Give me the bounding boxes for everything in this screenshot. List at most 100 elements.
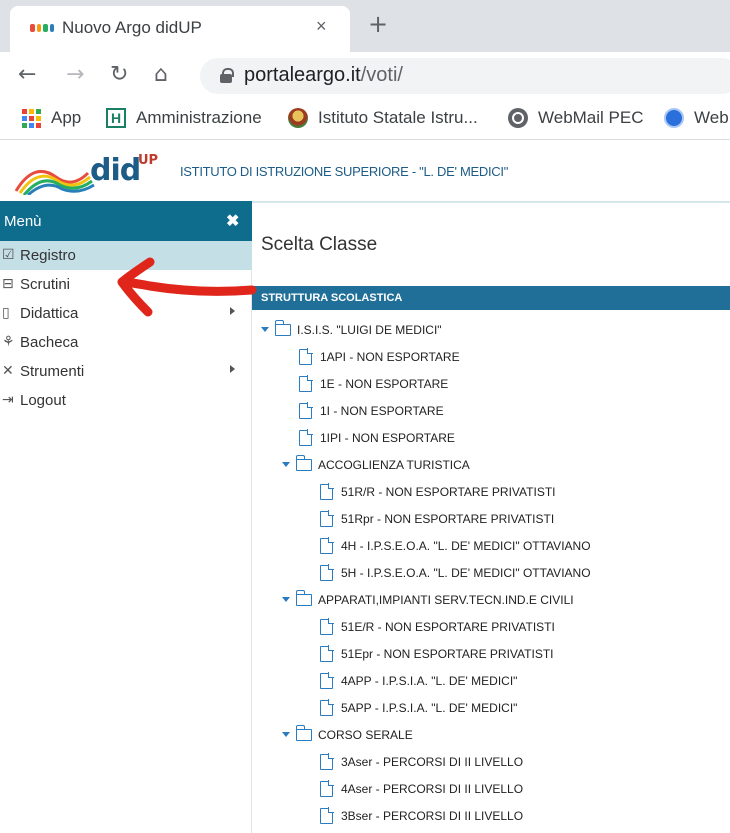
globe-icon: [508, 108, 528, 128]
bookmark-label: WebMail PEC: [538, 108, 644, 127]
url-path: /voti/: [360, 64, 403, 86]
file-icon: [299, 348, 313, 365]
apps-icon: [22, 108, 41, 128]
file-icon: [320, 645, 334, 662]
tree-class-row[interactable]: 4Aser - PERCORSI DI II LIVELLO: [320, 775, 523, 802]
tree-class-row[interactable]: 51Epr - NON ESPORTARE PRIVATISTI: [320, 640, 554, 667]
bookmarks-bar: App H Amministrazione Istituto Statale I…: [0, 100, 730, 140]
file-icon: [320, 564, 334, 581]
tree-item-label: ACCOGLIENZA TURISTICA: [318, 457, 470, 472]
divider: [252, 201, 730, 203]
expand-caret-icon[interactable]: [261, 327, 269, 332]
tree-folder-row[interactable]: CORSO SERALE: [282, 721, 413, 748]
section-header: STRUTTURA SCOLASTICA: [252, 286, 730, 310]
expand-caret-icon[interactable]: [282, 732, 290, 737]
tree-class-row[interactable]: 3Aser - PERCORSI DI II LIVELLO: [320, 748, 523, 775]
bookmark-webmail-pec[interactable]: WebMail PEC: [508, 108, 644, 128]
crest-icon: [288, 108, 308, 128]
sidebar-item-label: Registro: [20, 247, 76, 264]
bookmark-label: App: [51, 108, 82, 127]
tree-class-row[interactable]: 1IPI - NON ESPORTARE: [299, 424, 455, 451]
tree-class-row[interactable]: 51E/R - NON ESPORTARE PRIVATISTI: [320, 613, 555, 640]
logo-up-text: UP: [138, 153, 159, 168]
tree-item-label: 1IPI - NON ESPORTARE: [320, 430, 455, 445]
main-content: Scelta Classe STRUTTURA SCOLASTICA I.S.I…: [252, 201, 730, 833]
sidebar-item-logout[interactable]: ⇥ Logout: [0, 386, 252, 415]
tree-folder-row[interactable]: ACCOGLIENZA TURISTICA: [282, 451, 470, 478]
sidebar-item-label: Bacheca: [20, 334, 79, 351]
file-icon: [320, 753, 334, 770]
tree-item-label: 51Rpr - NON ESPORTARE PRIVATISTI: [341, 511, 555, 526]
scrutini-icon: ⊟: [2, 276, 14, 292]
file-icon: [320, 780, 334, 797]
menu-close-icon[interactable]: ✖: [226, 211, 239, 231]
bookmark-app[interactable]: App: [22, 108, 81, 128]
app-header: did UP ISTITUTO DI ISTRUZIONE SUPERIORE …: [0, 141, 730, 201]
bookmark-amministrazione[interactable]: H Amministrazione: [106, 108, 262, 128]
sidebar-item-label: Logout: [20, 392, 66, 409]
bookmark-label: Web: [694, 108, 729, 127]
bookmark-label: Amministrazione: [136, 108, 262, 127]
tree-item-label: 51R/R - NON ESPORTARE PRIVATISTI: [341, 484, 556, 499]
file-icon: [299, 375, 313, 392]
tree-item-label: CORSO SERALE: [318, 727, 413, 742]
file-icon: [320, 483, 334, 500]
file-icon: [320, 672, 334, 689]
tree-item-label: 51Epr - NON ESPORTARE PRIVATISTI: [341, 646, 554, 661]
new-tab-button[interactable]: +: [368, 10, 388, 38]
tree-item-label: 5APP - I.P.S.I.A. "L. DE' MEDICI": [341, 700, 518, 715]
home-icon[interactable]: ⌂: [154, 62, 168, 87]
tree-class-row[interactable]: 4APP - I.P.S.I.A. "L. DE' MEDICI": [320, 667, 517, 694]
tree-class-row[interactable]: 1API - NON ESPORTARE: [299, 343, 460, 370]
argo-favicon-icon: [30, 24, 54, 34]
tree-class-row[interactable]: 5APP - I.P.S.I.A. "L. DE' MEDICI": [320, 694, 517, 721]
file-icon: [299, 429, 313, 446]
file-icon: [299, 402, 313, 419]
menu-title: Menù: [4, 213, 42, 230]
tree-class-row[interactable]: 5H - I.P.S.E.O.A. "L. DE' MEDICI" OTTAVI…: [320, 559, 591, 586]
tree-item-label: 4APP - I.P.S.I.A. "L. DE' MEDICI": [341, 673, 518, 688]
lock-icon[interactable]: [220, 68, 234, 83]
bulletin-icon: ⚘: [2, 334, 15, 350]
forward-arrow-icon[interactable]: →: [66, 62, 84, 87]
url-text: portaleargo.it/voti/: [244, 64, 403, 87]
sidebar-item-bacheca[interactable]: ⚘ Bacheca: [0, 328, 252, 357]
file-icon: [320, 699, 334, 716]
menu-header: Menù ✖: [0, 201, 252, 241]
tree-class-row[interactable]: 4H - I.P.S.E.O.A. "L. DE' MEDICI" OTTAVI…: [320, 532, 591, 559]
file-icon: [320, 807, 334, 824]
file-icon: [320, 618, 334, 635]
sidebar-item-label: Didattica: [20, 305, 79, 322]
tree-item-label: APPARATI,IMPIANTI SERV.TECN.IND.E CIVILI: [318, 592, 574, 607]
red-arrow-annotation: [117, 257, 257, 317]
tree-class-row[interactable]: 1I - NON ESPORTARE: [299, 397, 444, 424]
browser-tab[interactable]: Nuovo Argo didUP ×: [10, 6, 350, 52]
tree-class-row[interactable]: 51Rpr - NON ESPORTARE PRIVATISTI: [320, 505, 554, 532]
reload-icon[interactable]: ↻: [110, 62, 128, 87]
expand-caret-icon[interactable]: [282, 597, 290, 602]
tree-class-row[interactable]: 51R/R - NON ESPORTARE PRIVATISTI: [320, 478, 555, 505]
tree-item-label: I.S.I.S. "LUIGI DE MEDICI": [297, 322, 442, 337]
sidebar-item-label: Strumenti: [20, 363, 85, 380]
folder-open-icon: [295, 454, 312, 471]
tree-item-label: 4H - I.P.S.E.O.A. "L. DE' MEDICI" OTTAVI…: [341, 538, 591, 553]
tree-item-label: 51E/R - NON ESPORTARE PRIVATISTI: [341, 619, 555, 634]
tree-class-row[interactable]: 3Bser - PERCORSI DI II LIVELLO: [320, 802, 523, 829]
bookmark-istituto[interactable]: Istituto Statale Istru...: [288, 108, 478, 128]
tab-close-icon[interactable]: ×: [316, 16, 327, 37]
tree-class-row[interactable]: 1E - NON ESPORTARE: [299, 370, 448, 397]
sidebar-item-label: Scrutini: [20, 276, 71, 293]
tree-item-label: 4Aser - PERCORSI DI II LIVELLO: [341, 781, 524, 796]
sidebar-item-strumenti[interactable]: ✕ Strumenti: [0, 357, 252, 386]
browser-toolbar: ← → ↻ ⌂ portaleargo.it/voti/: [0, 52, 730, 100]
bookmark-web[interactable]: Web: [664, 108, 729, 128]
h-icon: H: [106, 108, 126, 128]
tree-item-label: 5H - I.P.S.E.O.A. "L. DE' MEDICI" OTTAVI…: [341, 565, 591, 580]
tree-folder-row[interactable]: APPARATI,IMPIANTI SERV.TECN.IND.E CIVILI: [282, 586, 574, 613]
folder-open-icon: [274, 319, 291, 336]
address-bar[interactable]: portaleargo.it/voti/: [200, 58, 730, 94]
back-arrow-icon[interactable]: ←: [18, 62, 36, 87]
expand-caret-icon[interactable]: [282, 462, 290, 467]
section-title: STRUTTURA SCOLASTICA: [261, 292, 403, 304]
tree-folder-row[interactable]: I.S.I.S. "LUIGI DE MEDICI": [261, 316, 442, 343]
